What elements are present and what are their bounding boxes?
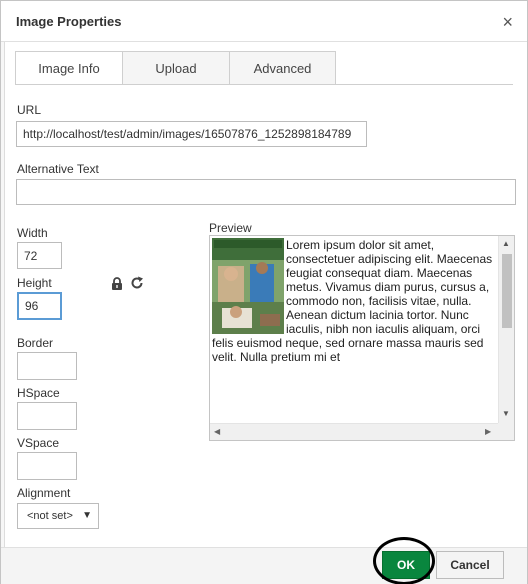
- tab-image-info[interactable]: Image Info: [15, 51, 123, 85]
- height-input[interactable]: [17, 292, 62, 320]
- close-icon[interactable]: ×: [502, 13, 513, 31]
- scroll-left-icon[interactable]: ◀: [214, 427, 220, 436]
- scrollbar-corner: [498, 423, 514, 440]
- scroll-right-icon[interactable]: ▶: [485, 427, 491, 436]
- preview-pane[interactable]: Lorem ipsum dolor sit amet, consectetuer…: [209, 235, 515, 441]
- border-input[interactable]: [17, 352, 77, 380]
- border-label: Border: [17, 336, 54, 350]
- preview-vertical-scrollbar[interactable]: ▲ ▼: [498, 236, 514, 424]
- url-input[interactable]: [16, 121, 367, 147]
- alignment-select[interactable]: <not set> ▼: [17, 503, 99, 529]
- preview-image: [212, 238, 284, 334]
- hspace-label: HSpace: [17, 386, 60, 400]
- reset-size-icon[interactable]: [130, 276, 144, 290]
- width-input[interactable]: [17, 242, 62, 269]
- preview-label: Preview: [209, 221, 252, 235]
- image-properties-dialog: Image Properties × Image Info Upload Adv…: [0, 0, 528, 584]
- hspace-input[interactable]: [17, 402, 77, 430]
- tab-advanced[interactable]: Advanced: [229, 51, 336, 85]
- background-edge: [1, 42, 5, 547]
- scrollbar-thumb[interactable]: [502, 254, 512, 328]
- dialog-titlebar: Image Properties ×: [1, 1, 527, 42]
- vspace-label: VSpace: [17, 436, 60, 450]
- width-label: Width: [17, 226, 48, 240]
- height-label: Height: [17, 276, 52, 290]
- dropdown-arrow-icon: ▼: [82, 510, 92, 521]
- ok-button[interactable]: OK: [382, 551, 430, 579]
- tab-upload[interactable]: Upload: [122, 51, 230, 85]
- url-label: URL: [17, 103, 42, 117]
- scroll-up-icon[interactable]: ▲: [502, 239, 510, 248]
- alt-text-input[interactable]: [16, 179, 516, 205]
- preview-content: Lorem ipsum dolor sit amet, consectetuer…: [212, 238, 496, 364]
- alignment-label: Alignment: [17, 486, 71, 500]
- tab-divider: [15, 84, 513, 85]
- alignment-selected-value: <not set>: [27, 510, 73, 522]
- vspace-input[interactable]: [17, 452, 77, 480]
- alt-text-label: Alternative Text: [17, 162, 99, 176]
- lock-icon[interactable]: [111, 277, 123, 290]
- preview-horizontal-scrollbar[interactable]: ◀ ▶: [210, 423, 498, 440]
- cancel-button[interactable]: Cancel: [436, 551, 504, 579]
- dialog-title: Image Properties: [16, 14, 122, 29]
- scroll-down-icon[interactable]: ▼: [502, 409, 510, 418]
